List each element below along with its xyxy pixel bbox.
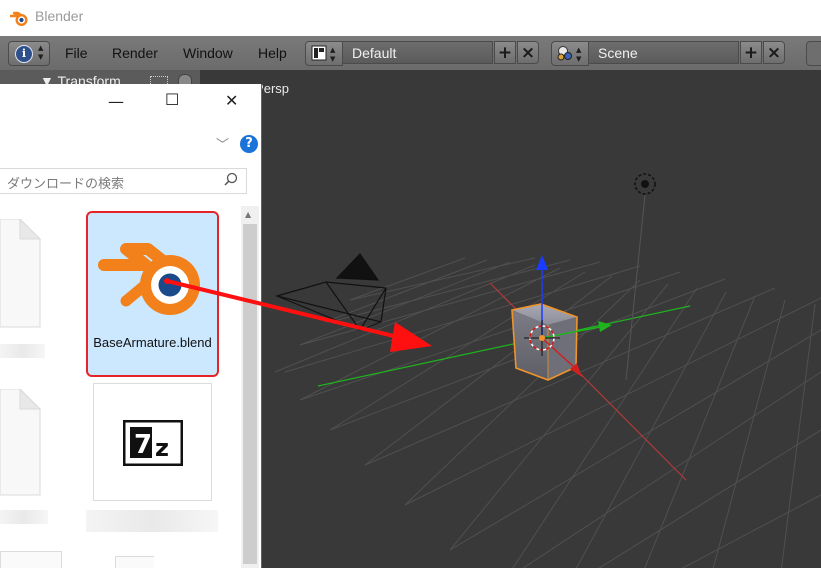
document-file-icon (0, 219, 42, 328)
close-button[interactable]: ✕ (225, 91, 238, 110)
file-item-partial[interactable] (115, 556, 154, 568)
blender-logo-icon (98, 243, 200, 315)
7z-icon: 7 z (123, 420, 183, 466)
7z-icon-z: z (155, 434, 169, 462)
search-icon (224, 172, 238, 186)
7z-icon-seven: 7 (134, 430, 152, 460)
file-label-blurred (0, 510, 48, 524)
file-item-partial[interactable] (0, 551, 62, 568)
maximize-button[interactable]: ☐ (165, 90, 179, 109)
vertical-scrollbar[interactable]: ▲ (241, 206, 259, 568)
7z-file-item[interactable]: 7 z (93, 383, 212, 501)
scroll-up-arrow-icon[interactable]: ▲ (245, 210, 251, 219)
blend-file-name: BaseArmature.blend (93, 335, 212, 350)
document-file-icon (0, 389, 42, 496)
blend-file-item[interactable]: BaseArmature.blend (86, 211, 219, 377)
camera-icon (274, 253, 387, 331)
file-label-blurred (86, 510, 218, 532)
minimize-button[interactable]: — (108, 92, 124, 111)
help-icon[interactable]: ? (240, 135, 258, 153)
search-placeholder: ダウンロードの検索 (7, 177, 125, 192)
floor-grid (274, 257, 821, 568)
expand-ribbon-chevron-icon[interactable]: ﹀ (216, 134, 229, 153)
file-label-blurred (0, 344, 45, 358)
lamp-icon (625, 173, 656, 381)
search-box[interactable]: ダウンロードの検索 (0, 168, 247, 194)
cube-icon (511, 303, 578, 381)
file-explorer-window: — ☐ ✕ ﹀ ? ダウンロードの検索 BaseArmature.blend 7… (0, 84, 262, 568)
scrollbar-thumb[interactable] (243, 224, 257, 564)
